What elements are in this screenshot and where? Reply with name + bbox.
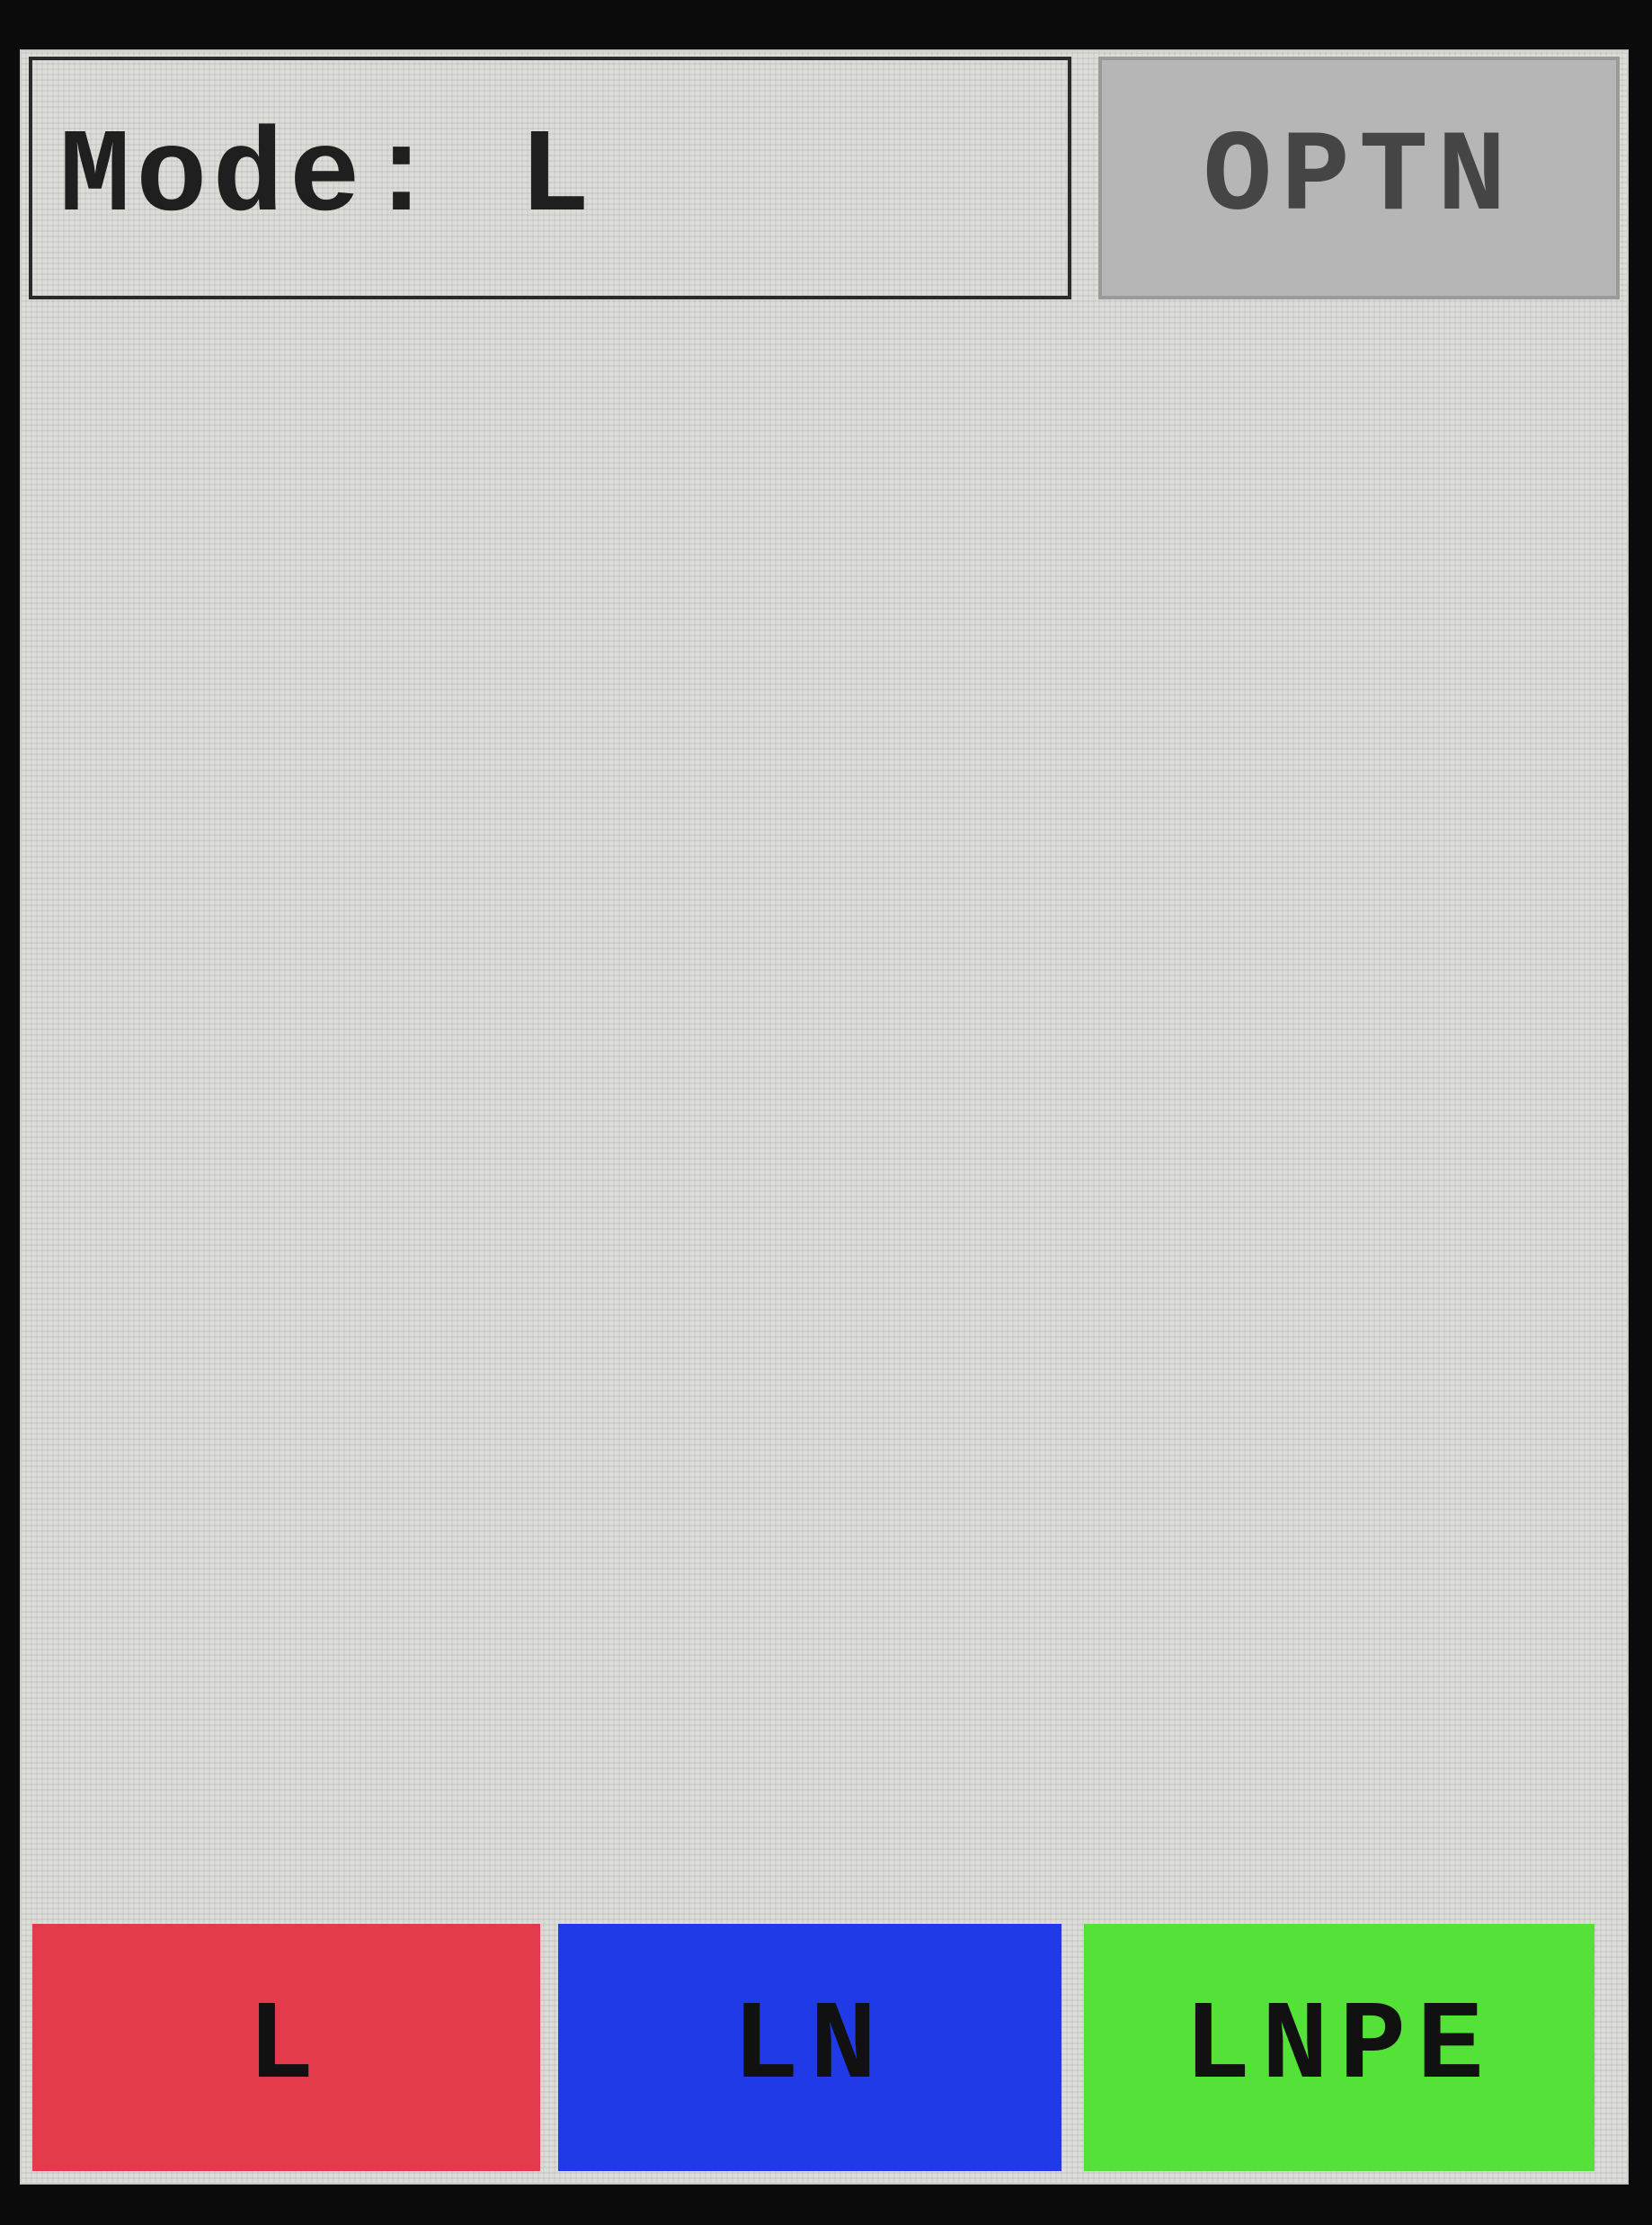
mode-ln-button[interactable]: LN — [558, 1924, 1061, 2171]
mode-lnpe-button[interactable]: LNPE — [1084, 1924, 1594, 2171]
mode-button-row: L LN LNPE — [32, 1924, 1623, 2176]
mode-l-label: L — [247, 1984, 325, 2111]
lcd-screen: Mode: L OPTN L LN LNPE — [20, 49, 1629, 2185]
mode-text: Mode: L — [59, 111, 596, 245]
mode-lnpe-label: LNPE — [1184, 1984, 1495, 2111]
mode-l-button[interactable]: L — [32, 1924, 540, 2171]
option-button[interactable]: OPTN — [1098, 57, 1620, 299]
mode-display: Mode: L — [29, 57, 1071, 299]
option-button-label: OPTN — [1203, 112, 1515, 244]
mode-ln-label: LN — [732, 1984, 888, 2111]
